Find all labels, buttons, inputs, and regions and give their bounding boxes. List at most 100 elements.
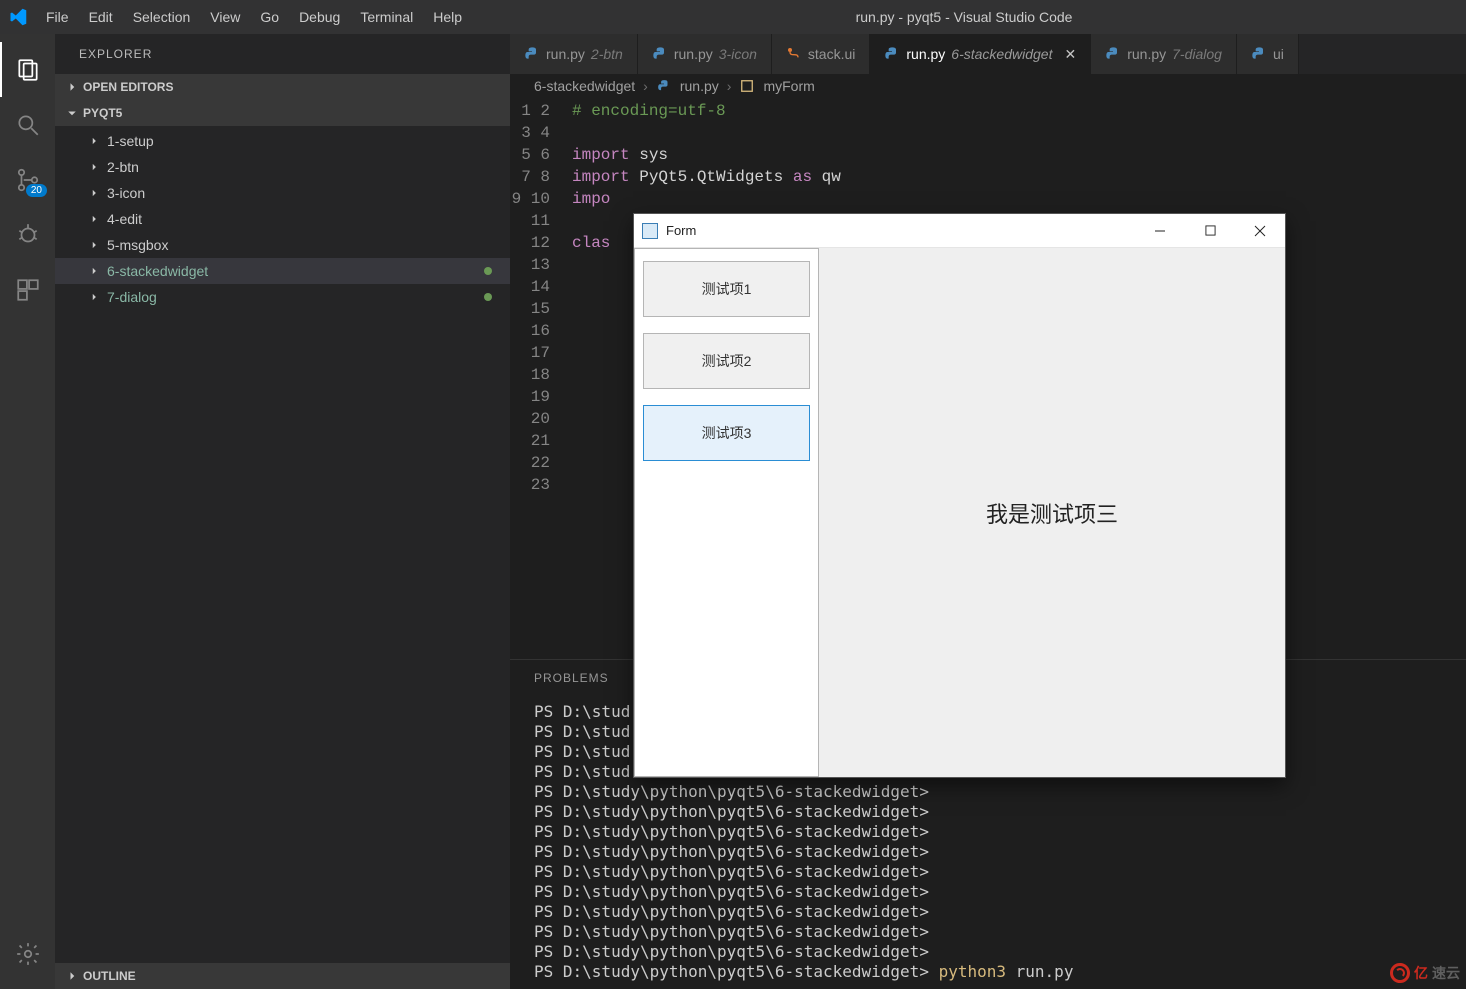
window-title: run.py - pyqt5 - Visual Studio Code <box>470 9 1458 25</box>
menu-bar: FileEditSelectionViewGoDebugTerminalHelp <box>38 5 470 29</box>
menu-item-terminal[interactable]: Terminal <box>352 5 421 29</box>
xml-icon <box>786 46 802 62</box>
tree-item[interactable]: 2-btn <box>55 154 510 180</box>
terminal-line: PS D:\study\python\pyqt5\6-stackedwidget… <box>534 782 1442 802</box>
menu-item-help[interactable]: Help <box>425 5 470 29</box>
terminal-line: PS D:\study\python\pyqt5\6-stackedwidget… <box>534 962 1442 982</box>
project-label: PYQT5 <box>83 106 122 120</box>
line-numbers: 1 2 3 4 5 6 7 8 9 10 11 12 13 14 15 16 1… <box>510 98 572 659</box>
tab-name: ui <box>1273 46 1284 62</box>
form-title: Form <box>666 223 1135 238</box>
breadcrumb-seg[interactable]: myForm <box>763 78 814 94</box>
chevron-right-icon <box>87 160 101 174</box>
tree-item-label: 3-icon <box>107 185 145 201</box>
maximize-icon[interactable] <box>1185 214 1235 248</box>
tab-name: run.py <box>906 46 945 62</box>
tree-item[interactable]: 1-setup <box>55 128 510 154</box>
editor-tab[interactable]: stack.ui <box>772 34 870 74</box>
tab-name: run.py <box>1127 46 1166 62</box>
class-icon <box>739 78 755 94</box>
chevron-right-icon <box>65 80 79 94</box>
form-list-item[interactable]: 测试项3 <box>643 405 810 461</box>
tree-item[interactable]: 3-icon <box>55 180 510 206</box>
tree-item[interactable]: 5-msgbox <box>55 232 510 258</box>
modified-dot-icon <box>484 293 492 301</box>
python-icon <box>656 78 672 94</box>
menu-item-view[interactable]: View <box>202 5 248 29</box>
outline-section[interactable]: OUTLINE <box>55 963 510 989</box>
terminal-line: PS D:\study\python\pyqt5\6-stackedwidget… <box>534 902 1442 922</box>
terminal-line: PS D:\study\python\pyqt5\6-stackedwidget… <box>534 802 1442 822</box>
tab-name: stack.ui <box>808 46 855 62</box>
editor-tab[interactable]: run.py 6-stackedwidget ✕ <box>870 34 1091 74</box>
explorer-icon[interactable] <box>0 42 55 97</box>
python-icon <box>1105 46 1121 62</box>
tree-item-label: 2-btn <box>107 159 139 175</box>
python-icon <box>884 46 900 62</box>
chevron-right-icon <box>87 238 101 252</box>
terminal-line: PS D:\study\python\pyqt5\6-stackedwidget… <box>534 922 1442 942</box>
breadcrumb[interactable]: 6-stackedwidget › run.py › myForm <box>510 74 1466 98</box>
extensions-icon[interactable] <box>0 262 55 317</box>
breadcrumb-seg[interactable]: run.py <box>680 78 719 94</box>
tree-item-label: 4-edit <box>107 211 142 227</box>
form-list-item[interactable]: 测试项2 <box>643 333 810 389</box>
chevron-right-icon: › <box>643 78 648 94</box>
editor-tab[interactable]: run.py3-icon <box>638 34 772 74</box>
python-icon <box>1251 46 1267 62</box>
chevron-right-icon: › <box>727 78 732 94</box>
menu-item-selection[interactable]: Selection <box>125 5 199 29</box>
python-icon <box>652 46 668 62</box>
chevron-down-icon <box>65 106 79 120</box>
modified-dot-icon <box>484 267 492 275</box>
editor-tab[interactable]: ui <box>1237 34 1299 74</box>
titlebar: FileEditSelectionViewGoDebugTerminalHelp… <box>0 0 1466 34</box>
terminal-line: PS D:\study\python\pyqt5\6-stackedwidget… <box>534 822 1442 842</box>
chevron-right-icon <box>65 969 79 983</box>
problems-tab[interactable]: PROBLEMS <box>534 671 609 685</box>
tree-item-label: 6-stackedwidget <box>107 263 208 279</box>
source-control-icon[interactable]: 20 <box>0 152 55 207</box>
chevron-right-icon <box>87 290 101 304</box>
form-list-item[interactable]: 测试项1 <box>643 261 810 317</box>
menu-item-file[interactable]: File <box>38 5 77 29</box>
tab-desc: 6-stackedwidget <box>951 46 1052 62</box>
file-tree: 1-setup 2-btn 3-icon 4-edit 5-msgbox 6-stacke… <box>55 126 510 312</box>
terminal-line: PS D:\study\python\pyqt5\6-stackedwidget… <box>534 942 1442 962</box>
chevron-right-icon <box>87 264 101 278</box>
editor-tab[interactable]: run.py 7-dialog <box>1091 34 1237 74</box>
form-content-label: 我是测试项三 <box>986 497 1118 529</box>
project-section[interactable]: PYQT5 <box>55 100 510 126</box>
tree-item[interactable]: 6-stackedwidget <box>55 258 510 284</box>
watermark: 亿速云 <box>1390 963 1460 983</box>
menu-item-go[interactable]: Go <box>252 5 287 29</box>
chevron-right-icon <box>87 134 101 148</box>
form-titlebar[interactable]: Form <box>634 214 1285 248</box>
form-list[interactable]: 测试项1 测试项2 测试项3 <box>634 248 819 777</box>
tree-item-label: 7-dialog <box>107 289 157 305</box>
tree-item[interactable]: 4-edit <box>55 206 510 232</box>
tab-desc: 7-dialog <box>1172 46 1222 62</box>
breadcrumb-seg[interactable]: 6-stackedwidget <box>534 78 635 94</box>
minimize-icon[interactable] <box>1135 214 1185 248</box>
editor-tab[interactable]: run.py2-btn <box>510 34 638 74</box>
menu-item-edit[interactable]: Edit <box>81 5 121 29</box>
settings-gear-icon[interactable] <box>0 926 55 981</box>
form-icon <box>642 223 658 239</box>
terminal-line: PS D:\study\python\pyqt5\6-stackedwidget… <box>534 862 1442 882</box>
vscode-logo-icon <box>8 7 28 27</box>
close-icon[interactable] <box>1235 214 1285 248</box>
debug-icon[interactable] <box>0 207 55 262</box>
sidebar-title: EXPLORER <box>55 34 510 74</box>
activity-bar: 20 <box>0 34 55 989</box>
tab-desc: 3-icon <box>719 46 757 62</box>
search-icon[interactable] <box>0 97 55 152</box>
menu-item-debug[interactable]: Debug <box>291 5 348 29</box>
close-icon[interactable]: ✕ <box>1064 46 1076 63</box>
tree-item-label: 1-setup <box>107 133 154 149</box>
open-editors-section[interactable]: OPEN EDITORS <box>55 74 510 100</box>
form-window[interactable]: Form 测试项1 测试项2 测试项3 我是测试项三 <box>633 213 1286 778</box>
tree-item-label: 5-msgbox <box>107 237 168 253</box>
watermark-text-red: 亿 <box>1414 963 1428 983</box>
tree-item[interactable]: 7-dialog <box>55 284 510 310</box>
